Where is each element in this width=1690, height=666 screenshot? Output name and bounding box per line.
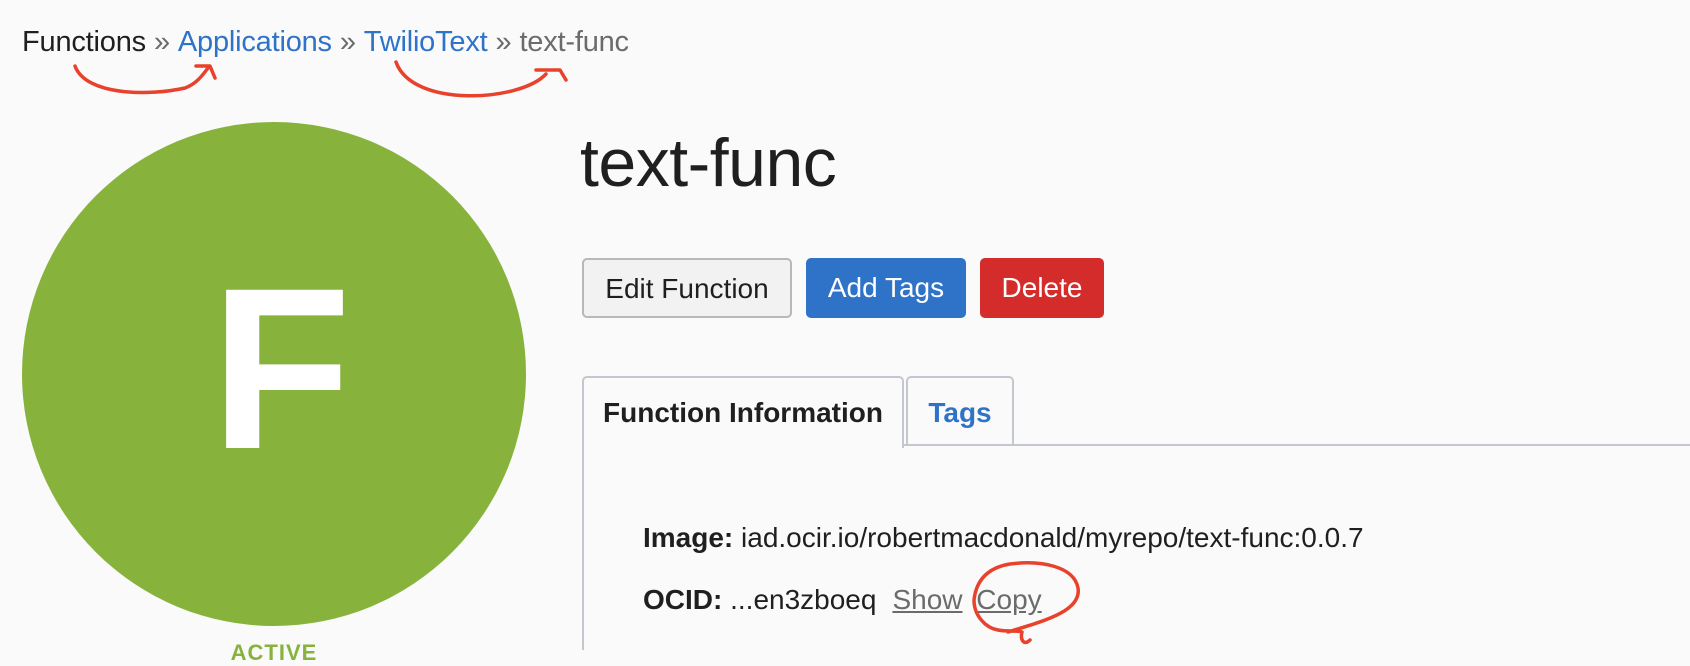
ocid-label: OCID: [643, 584, 723, 615]
breadcrumb-separator: » [153, 26, 170, 58]
ocid-show-link[interactable]: Show [892, 584, 962, 615]
add-tags-button[interactable]: Add Tags [806, 258, 966, 318]
annotation-arrow-2 [394, 60, 568, 98]
annotation-arrow-1 [73, 64, 217, 95]
ocid-row: OCID: ...en3zboeq Show Copy [643, 582, 1042, 618]
breadcrumb-functions[interactable]: Functions [22, 26, 146, 58]
function-avatar: F [22, 122, 526, 626]
tab-function-information[interactable]: Function Information [582, 376, 904, 448]
breadcrumb-current: text-func [519, 26, 629, 58]
edit-function-button[interactable]: Edit Function [582, 258, 792, 318]
tab-divider [904, 444, 1690, 446]
page-title: text-func [580, 125, 837, 201]
delete-button[interactable]: Delete [980, 258, 1104, 318]
avatar-letter: F [210, 240, 352, 497]
image-value: iad.ocir.io/robertmacdonald/myrepo/text-… [741, 522, 1364, 553]
breadcrumb-applications[interactable]: Applications [178, 26, 332, 58]
breadcrumb-app[interactable]: TwilioText [364, 26, 488, 58]
status-label: ACTIVE [230, 640, 318, 665]
breadcrumb-separator: » [339, 26, 356, 58]
tab-tags[interactable]: Tags [906, 376, 1014, 446]
ocid-copy-link[interactable]: Copy [976, 584, 1041, 615]
ocid-value: ...en3zboeq [730, 584, 877, 615]
image-row: Image: iad.ocir.io/robertmacdonald/myrep… [643, 520, 1364, 556]
breadcrumb-separator: » [495, 26, 512, 58]
breadcrumb: Functions» Applications» TwilioText» text-f… [22, 22, 629, 62]
image-label: Image: [643, 522, 734, 553]
